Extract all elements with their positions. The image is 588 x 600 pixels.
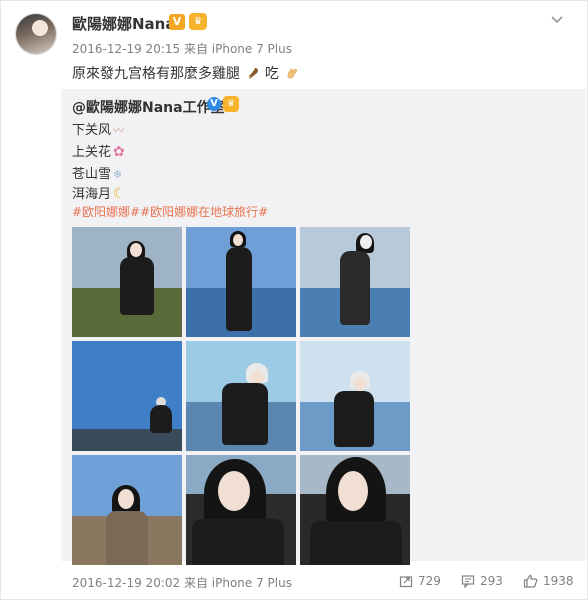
wind-icon: 〰 bbox=[113, 124, 125, 137]
photo-3[interactable] bbox=[300, 227, 410, 337]
post-time[interactable]: 2016-12-19 20:15 bbox=[72, 42, 180, 56]
text-line-3: 苍山雪 ❄ bbox=[72, 167, 123, 182]
photo-4[interactable] bbox=[72, 341, 182, 451]
comment-action[interactable]: 293 bbox=[461, 574, 503, 589]
photo-7[interactable] bbox=[72, 455, 182, 565]
photo-8[interactable] bbox=[186, 455, 296, 565]
clap-icon bbox=[288, 68, 298, 79]
like-count: 1938 bbox=[543, 574, 574, 588]
post-meta: 2016-12-19 20:15 来自 iPhone 7 Plus bbox=[72, 40, 292, 57]
snowflake-icon: ❄ bbox=[113, 168, 123, 181]
repost-block[interactable]: @歐陽娜娜Nana工作室 V ♛ 下关风〰 上关花 ✿ 苍山雪 ❄ 洱海月 ☾ #欧阳… bbox=[61, 89, 586, 565]
text-line-2: 上关花 ✿ bbox=[72, 144, 125, 160]
verified-badge: V bbox=[169, 14, 185, 30]
repost-icon bbox=[399, 576, 413, 588]
hashtags[interactable]: #欧阳娜娜##欧阳娜娜在地球旅行# bbox=[72, 203, 268, 220]
repost-meta: 2016-12-19 20:02 来自 iPhone 7 Plus bbox=[72, 574, 292, 591]
post-text-body: 原來發九宫格有那麼多雞腿 bbox=[72, 66, 240, 82]
photo-1[interactable] bbox=[72, 227, 182, 337]
member-crown-icon: ♛ bbox=[189, 13, 207, 30]
repost-count: 729 bbox=[418, 574, 441, 588]
weibo-card: 歐陽娜娜Nana V ♛ 2016-12-19 20:15 来自 iPhone … bbox=[0, 0, 588, 600]
repost-time[interactable]: 2016-12-19 20:02 bbox=[72, 576, 180, 590]
username[interactable]: 歐陽娜娜Nana bbox=[72, 13, 175, 34]
repost-action[interactable]: 729 bbox=[399, 574, 441, 588]
text-line-1: 下关风〰 bbox=[72, 123, 125, 138]
original-author[interactable]: @歐陽娜娜Nana工作室 bbox=[72, 97, 225, 117]
chevron-down-icon[interactable] bbox=[549, 11, 565, 27]
like-icon bbox=[523, 574, 538, 588]
post-source: 来自 iPhone 7 Plus bbox=[183, 42, 292, 56]
verified-blue-badge: V bbox=[207, 97, 221, 111]
post-text-tail: 吃 bbox=[264, 66, 279, 82]
comment-count: 293 bbox=[480, 574, 503, 588]
member-crown-icon: ♛ bbox=[223, 96, 239, 112]
text-line-4: 洱海月 ☾ bbox=[72, 186, 126, 202]
photo-9[interactable] bbox=[300, 455, 410, 565]
flower-icon: ✿ bbox=[113, 144, 125, 160]
photo-2[interactable] bbox=[186, 227, 296, 337]
moon-icon: ☾ bbox=[113, 186, 126, 202]
comment-icon bbox=[461, 575, 475, 589]
repost-source: 来自 iPhone 7 Plus bbox=[183, 576, 292, 590]
post-text: 原來發九宫格有那麼多雞腿 吃 bbox=[72, 63, 299, 83]
drumstick-icon bbox=[248, 68, 259, 79]
avatar[interactable] bbox=[15, 13, 57, 55]
like-action[interactable]: 1938 bbox=[523, 574, 574, 588]
photo-5[interactable] bbox=[186, 341, 296, 451]
photo-6[interactable] bbox=[300, 341, 410, 451]
